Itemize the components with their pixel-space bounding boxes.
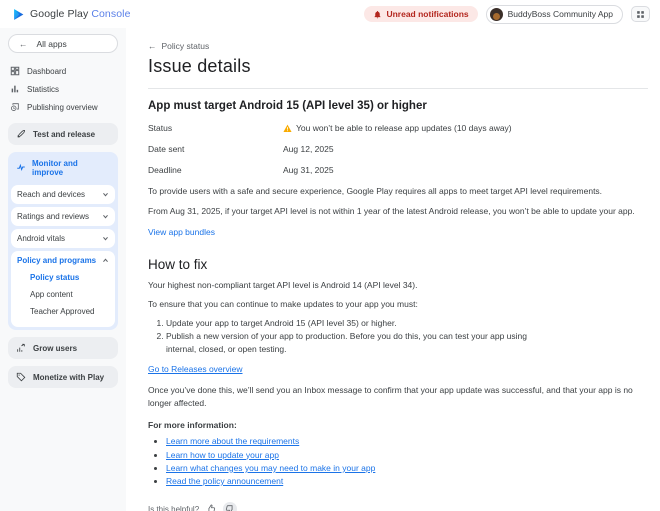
date-sent-field: Date sent Aug 12, 2025 bbox=[148, 144, 648, 154]
unread-notifications-button[interactable]: Unread notifications bbox=[364, 6, 478, 22]
sidebar-item-label: Monitor and improve bbox=[32, 159, 78, 177]
sidebar-item-label: Statistics bbox=[27, 84, 60, 94]
page-title: Issue details bbox=[148, 56, 251, 76]
title-divider bbox=[148, 88, 648, 89]
thumbs-down-icon bbox=[225, 504, 235, 511]
monitor-and-improve-section: Monitor and improve Reach and devices Ra… bbox=[8, 152, 118, 330]
fix-paragraph-3: Once you’ve done this, we’ll send you an… bbox=[148, 384, 633, 408]
how-to-fix-heading: How to fix bbox=[148, 256, 208, 272]
status-field: Status You won’t be able to release app … bbox=[148, 123, 648, 133]
sidebar-group-reach-and-devices[interactable]: Reach and devices bbox=[17, 190, 109, 199]
sidebar-group-label: Android vitals bbox=[17, 234, 66, 243]
field-label-status: Status bbox=[148, 123, 173, 133]
all-apps-button[interactable]: ← All apps bbox=[8, 34, 118, 53]
logo-product-text: Console bbox=[91, 8, 131, 20]
info-links-list: Learn more about the requirements Learn … bbox=[152, 435, 648, 488]
breadcrumb-policy-status[interactable]: Policy status bbox=[162, 41, 210, 51]
deadline-value: Aug 31, 2025 bbox=[283, 165, 334, 175]
info-link-policy-announcement[interactable]: Read the policy announcement bbox=[166, 476, 283, 486]
sidebar-item-label: Test and release bbox=[33, 129, 96, 139]
app-avatar bbox=[489, 7, 503, 21]
sidebar: ← All apps Dashboard Statistics Publishi… bbox=[0, 28, 126, 511]
sidebar-group-label: Reach and devices bbox=[17, 190, 86, 199]
thumbs-up-icon bbox=[206, 504, 216, 511]
warning-icon bbox=[283, 124, 292, 133]
date-sent-value: Aug 12, 2025 bbox=[283, 144, 334, 154]
header-actions: Unread notifications BuddyBoss Community… bbox=[364, 4, 650, 24]
sidebar-item-label: Monetize with Play bbox=[33, 372, 105, 382]
sidebar-group-android-vitals[interactable]: Android vitals bbox=[17, 234, 109, 243]
unread-notifications-label: Unread notifications bbox=[386, 9, 469, 19]
helpful-feedback: Is this helpful? bbox=[148, 502, 648, 511]
sidebar-item-monitor-and-improve[interactable]: Monitor and improve bbox=[11, 154, 115, 182]
bell-icon bbox=[373, 10, 382, 19]
deadline-field: Deadline Aug 31, 2025 bbox=[148, 165, 648, 175]
sidebar-item-publishing-overview[interactable]: Publishing overview bbox=[8, 98, 118, 116]
apps-grid-button[interactable] bbox=[631, 6, 650, 22]
logo-brand-text: Google Play bbox=[30, 8, 89, 20]
field-label-date-sent: Date sent bbox=[148, 144, 185, 154]
sidebar-group-policy-and-programs[interactable]: Policy and programs bbox=[17, 256, 109, 265]
play-triangle-icon bbox=[12, 8, 25, 21]
sidebar-item-label: Publishing overview bbox=[27, 102, 98, 112]
chevron-down-icon bbox=[102, 213, 109, 220]
bar-chart-icon bbox=[10, 84, 20, 94]
thumbs-up-button[interactable] bbox=[204, 502, 218, 511]
chevron-down-icon bbox=[102, 191, 109, 198]
back-icon: ← bbox=[19, 38, 28, 49]
intro-paragraph-2: From Aug 31, 2025, if your target API le… bbox=[148, 205, 635, 216]
go-to-releases-overview-link[interactable]: Go to Releases overview bbox=[148, 364, 243, 374]
sidebar-item-dashboard[interactable]: Dashboard bbox=[8, 62, 118, 80]
info-link-update-app[interactable]: Learn how to update your app bbox=[166, 450, 279, 460]
breadcrumb-back-icon[interactable]: ← bbox=[148, 41, 157, 51]
view-app-bundles-link[interactable]: View app bundles bbox=[148, 227, 215, 237]
sidebar-item-monetize-with-play[interactable]: Monetize with Play bbox=[8, 366, 118, 388]
sidebar-item-label: Dashboard bbox=[27, 66, 67, 76]
info-link-changes[interactable]: Learn what changes you may need to make … bbox=[166, 463, 375, 473]
info-link-requirements[interactable]: Learn more about the requirements bbox=[166, 436, 299, 446]
sidebar-group-label: Ratings and reviews bbox=[17, 212, 90, 221]
sidebar-item-test-and-release[interactable]: Test and release bbox=[8, 123, 118, 145]
status-value: You won’t be able to release app updates… bbox=[296, 123, 512, 133]
fix-step: Publish a new version of your app to pro… bbox=[166, 330, 552, 355]
sidebar-item-statistics[interactable]: Statistics bbox=[8, 80, 118, 98]
publishing-clock-icon bbox=[10, 102, 20, 112]
fix-step: Update your app to target Android 15 (AP… bbox=[166, 317, 552, 329]
rocket-icon bbox=[16, 129, 26, 139]
sidebar-item-app-content[interactable]: App content bbox=[30, 286, 109, 303]
sidebar-item-grow-users[interactable]: Grow users bbox=[8, 337, 118, 359]
top-header: Google Play Console Unread notifications … bbox=[0, 0, 660, 28]
sidebar-item-label: Grow users bbox=[33, 343, 78, 353]
growth-icon bbox=[16, 343, 26, 353]
chevron-up-icon bbox=[102, 257, 109, 264]
fix-paragraph-2: To ensure that you can continue to make … bbox=[148, 299, 418, 310]
play-console-logo[interactable]: Google Play Console bbox=[12, 8, 131, 21]
pulse-chart-icon bbox=[16, 162, 26, 174]
all-apps-label: All apps bbox=[36, 38, 67, 49]
more-info-label: For more information: bbox=[148, 420, 237, 431]
sidebar-item-policy-status[interactable]: Policy status bbox=[30, 269, 109, 286]
grid-icon bbox=[636, 10, 645, 19]
sidebar-group-label: Policy and programs bbox=[17, 256, 97, 265]
fix-paragraph-1: Your highest non-compliant target API le… bbox=[148, 279, 418, 290]
issue-heading: App must target Android 15 (API level 35… bbox=[148, 100, 427, 112]
tag-icon bbox=[16, 372, 26, 382]
helpful-label: Is this helpful? bbox=[148, 504, 200, 511]
thumbs-down-button[interactable] bbox=[223, 502, 238, 511]
account-switcher[interactable]: BuddyBoss Community App bbox=[485, 4, 623, 24]
play-console-app: Google Play Console Unread notifications … bbox=[0, 0, 660, 511]
sidebar-item-teacher-approved[interactable]: Teacher Approved bbox=[30, 303, 109, 320]
account-name: BuddyBoss Community App bbox=[507, 9, 613, 19]
intro-paragraph-1: To provide users with a safe and secure … bbox=[148, 186, 603, 196]
fix-steps-list: Update your app to target Android 15 (AP… bbox=[152, 317, 552, 355]
sidebar-group-ratings-and-reviews[interactable]: Ratings and reviews bbox=[17, 212, 109, 221]
breadcrumb: ← Policy status bbox=[148, 41, 648, 51]
dashboard-icon bbox=[10, 66, 20, 76]
chevron-down-icon bbox=[102, 235, 109, 242]
field-label-deadline: Deadline bbox=[148, 165, 182, 175]
main-content: ← Policy status Issue details App must t… bbox=[126, 28, 660, 511]
